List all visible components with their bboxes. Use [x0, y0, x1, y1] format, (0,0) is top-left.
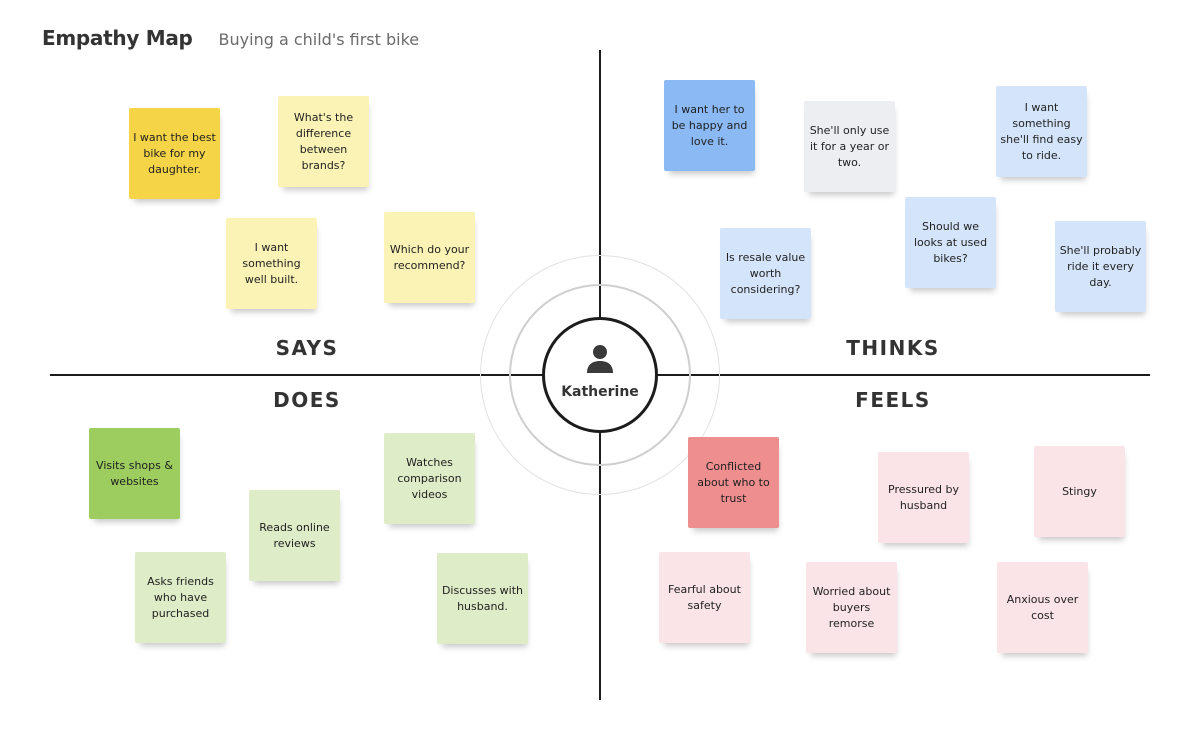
- sticky-note-text: Stingy: [1062, 484, 1097, 498]
- persona-circle[interactable]: Katherine: [542, 317, 658, 433]
- sticky-note-thinks[interactable]: Should we looks at used bikes?: [905, 197, 996, 288]
- sticky-note-text: She'll probably ride it every day.: [1059, 243, 1142, 289]
- sticky-note-text: Is resale value worth considering?: [725, 250, 806, 296]
- sticky-note-feels[interactable]: Pressured by husband: [878, 452, 969, 543]
- sticky-note-thinks[interactable]: I want something she'll find easy to rid…: [996, 86, 1087, 177]
- quadrant-label-does: DOES: [273, 388, 341, 412]
- sticky-note-text: Should we looks at used bikes?: [913, 219, 988, 265]
- page-subtitle: Buying a child's first bike: [218, 30, 420, 49]
- sticky-note-text: She'll only use it for a year or two.: [809, 123, 890, 169]
- sticky-note-does[interactable]: Watches comparison videos: [384, 433, 475, 524]
- sticky-note-text: Watches comparison videos: [397, 455, 462, 501]
- sticky-note-feels[interactable]: Worried about buyers remorse: [806, 562, 897, 653]
- sticky-note-does[interactable]: Asks friends who have purchased: [135, 552, 226, 643]
- sticky-note-says[interactable]: I want the best bike for my daughter.: [129, 108, 220, 199]
- sticky-note-does[interactable]: Visits shops & websites: [89, 428, 180, 519]
- sticky-note-text: Anxious over cost: [1006, 592, 1079, 622]
- sticky-note-says[interactable]: What's the difference between brands?: [278, 96, 369, 187]
- sticky-note-feels[interactable]: Anxious over cost: [997, 562, 1088, 653]
- quadrant-label-feels: FEELS: [855, 388, 931, 412]
- sticky-note-thinks[interactable]: She'll probably ride it every day.: [1055, 221, 1146, 312]
- sticky-note-text: Conflicted about who to trust: [697, 459, 770, 505]
- sticky-note-text: I want something well built.: [242, 240, 301, 286]
- persona-name: Katherine: [561, 384, 639, 400]
- sticky-note-thinks[interactable]: She'll only use it for a year or two.: [804, 101, 895, 192]
- sticky-note-text: Which do your recommend?: [389, 242, 470, 272]
- quadrant-label-says: SAYS: [275, 336, 339, 360]
- sticky-note-text: Worried about buyers remorse: [812, 584, 891, 630]
- header: Empathy Map Buying a child's first bike: [42, 26, 419, 50]
- sticky-note-says[interactable]: I want something well built.: [226, 218, 317, 309]
- sticky-note-text: Visits shops & websites: [96, 458, 173, 488]
- sticky-note-does[interactable]: Reads online reviews: [249, 490, 340, 581]
- sticky-note-does[interactable]: Discusses with husband.: [437, 553, 528, 644]
- sticky-note-text: I want her to be happy and love it.: [671, 102, 748, 148]
- sticky-note-thinks[interactable]: I want her to be happy and love it.: [664, 80, 755, 171]
- sticky-note-text: Fearful about safety: [668, 582, 741, 612]
- sticky-note-feels[interactable]: Stingy: [1034, 446, 1125, 537]
- sticky-note-thinks[interactable]: Is resale value worth considering?: [720, 228, 811, 319]
- sticky-note-text: Discusses with husband.: [441, 583, 524, 613]
- sticky-note-text: Reads online reviews: [259, 520, 330, 550]
- page-title: Empathy Map: [42, 26, 193, 50]
- sticky-note-says[interactable]: Which do your recommend?: [384, 212, 475, 303]
- sticky-note-text: What's the difference between brands?: [293, 110, 354, 172]
- sticky-note-text: Pressured by husband: [888, 482, 959, 512]
- person-icon: [587, 345, 613, 373]
- sticky-note-text: Asks friends who have purchased: [147, 574, 214, 620]
- quadrant-label-thinks: THINKS: [846, 336, 940, 360]
- sticky-note-text: I want the best bike for my daughter.: [133, 130, 216, 176]
- sticky-note-feels[interactable]: Fearful about safety: [659, 552, 750, 643]
- sticky-note-text: I want something she'll find easy to rid…: [1000, 100, 1083, 162]
- sticky-note-feels[interactable]: Conflicted about who to trust: [688, 437, 779, 528]
